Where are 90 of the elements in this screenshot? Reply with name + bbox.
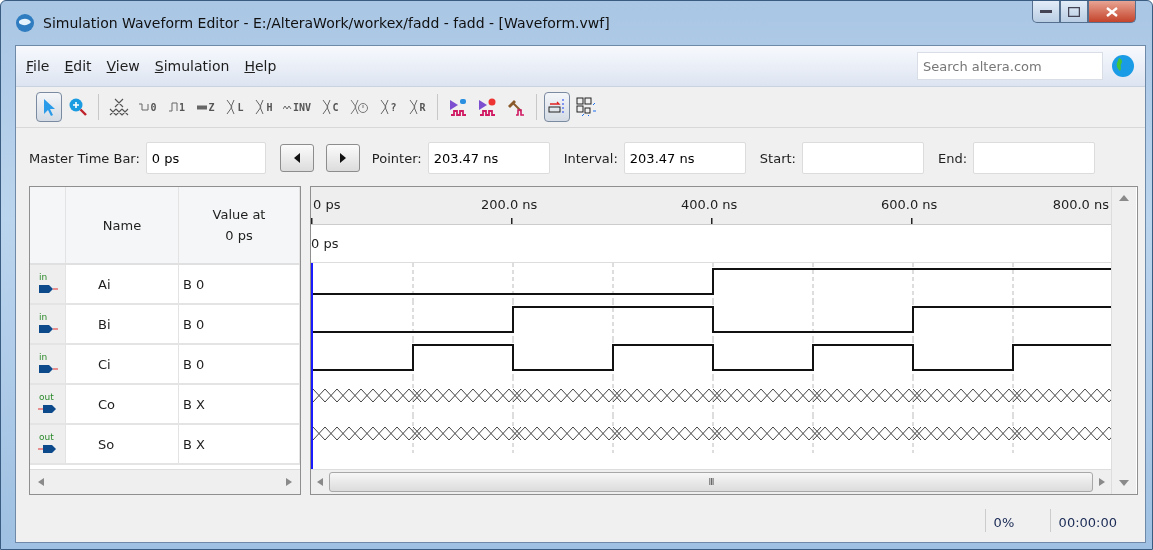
menu-item[interactable]: View [106, 58, 149, 74]
signal-value: B 0 [182, 316, 205, 332]
run-simulation-icon [477, 97, 498, 117]
scroll-right-icon[interactable] [286, 478, 292, 486]
minimize-icon [1040, 9, 1052, 14]
ruler-label: 0 ps [313, 197, 341, 212]
start-field[interactable] [801, 142, 924, 174]
scroll-left-icon[interactable] [317, 478, 323, 486]
pointer-field[interactable]: 203.47 ns [427, 142, 550, 174]
hammer-icon [506, 97, 527, 117]
letter-tool[interactable]: H [251, 92, 277, 122]
end-field[interactable] [973, 142, 1096, 174]
field-label: Pointer: [371, 150, 422, 166]
ruler-label: 400.0 ns [681, 197, 738, 212]
column-header[interactable]: Name [66, 187, 179, 263]
grid-icon [576, 97, 597, 117]
maximize-button[interactable] [1060, 1, 1088, 23]
letter-tool[interactable]: ? [375, 92, 402, 122]
snap-tool[interactable] [544, 92, 571, 122]
letter-tool[interactable]: R [404, 92, 431, 122]
tick-mark [911, 218, 913, 224]
ruler-label: 600.0 ns [881, 197, 938, 212]
signal-value: B X [182, 396, 205, 412]
waveform-bracket-icon [379, 99, 390, 115]
signal-name: Bi [97, 316, 111, 332]
low-tool[interactable]: 0 [135, 92, 161, 122]
pointer-tool[interactable] [36, 92, 62, 122]
scroll-thumb[interactable]: III [329, 472, 1093, 492]
signal-name: Ai [97, 276, 111, 292]
scroll-left-icon[interactable] [38, 478, 44, 486]
signal-value: B X [182, 436, 205, 452]
right-arrow-icon [339, 153, 346, 163]
waveform-bracket-icon [169, 102, 178, 112]
waveform-bracket-icon [139, 103, 150, 111]
menu-item[interactable]: Help [244, 58, 286, 74]
signal-name: So [97, 436, 115, 452]
stopwatch-icon [349, 97, 370, 117]
field-label: Master Time Bar: [29, 150, 140, 166]
signal-value: B 0 [182, 356, 205, 372]
column-header[interactable]: Value at 0 ps [179, 187, 300, 263]
close-button[interactable] [1088, 1, 1136, 23]
tick-mark [311, 218, 313, 224]
minimize-button[interactable] [1032, 1, 1060, 23]
globe-icon[interactable] [1111, 54, 1135, 78]
field-label: Start: [759, 150, 796, 166]
ruler-label: 200.0 ns [481, 197, 538, 212]
window-title: Simulation Waveform Editor - E:/AlteraWork/workex/fadd - fadd - [Waveform.vwf] [43, 15, 611, 31]
next-button[interactable] [325, 144, 360, 172]
waveform-bracket-icon [408, 99, 419, 115]
app-icon [15, 13, 35, 33]
tick-mark [511, 218, 513, 224]
scroll-right-icon[interactable] [1099, 478, 1105, 486]
waveform-bracket-icon [321, 99, 332, 115]
unknown-waveform-icon [109, 97, 129, 117]
menu-item[interactable]: Simulation [154, 58, 239, 74]
hiz-tool[interactable]: Z [193, 92, 219, 122]
tick-mark [711, 218, 713, 224]
invert-tool[interactable]: INV [280, 92, 315, 122]
maximize-icon [1068, 6, 1080, 17]
scroll-up-icon[interactable] [1119, 195, 1129, 201]
horizontal-scrollbar[interactable]: III [311, 469, 1111, 494]
ruler-label: 800.0 ns [1052, 197, 1109, 212]
progress-text: 0% [984, 509, 1050, 532]
interval-field[interactable]: 203.47 ns [623, 142, 746, 174]
field-label: Interval: [563, 150, 618, 166]
menu-item[interactable]: File [26, 58, 59, 74]
search-field[interactable]: Search altera.com [917, 52, 1103, 80]
waveform-bracket-icon [255, 99, 266, 115]
master-time-field[interactable]: 0 ps [145, 142, 266, 174]
elapsed-time: 00:00:00 [1049, 509, 1117, 532]
horizontal-scrollbar[interactable] [30, 469, 300, 494]
letter-tool[interactable]: L [222, 92, 248, 122]
scroll-down-icon[interactable] [1119, 480, 1129, 486]
close-icon [1106, 6, 1118, 17]
zoom-icon [68, 97, 88, 117]
menu-item[interactable]: Edit [64, 58, 101, 74]
signal-name: Ci [97, 356, 111, 372]
time-marker-label: 0 ps [311, 236, 339, 251]
previous-button[interactable] [279, 144, 314, 172]
signal-value: B 0 [182, 276, 205, 292]
waveform-bracket-icon [283, 104, 292, 110]
waveform-bracket-icon [197, 104, 208, 110]
high-tool[interactable]: 1 [164, 92, 190, 122]
run-simulation-icon [448, 97, 469, 117]
field-label: End: [937, 150, 968, 166]
signal-name: Co [97, 396, 116, 412]
letter-tool[interactable]: C [317, 92, 344, 122]
left-arrow-icon [293, 153, 300, 163]
vertical-scrollbar[interactable] [1111, 187, 1136, 494]
waveform-bracket-icon [226, 99, 237, 115]
